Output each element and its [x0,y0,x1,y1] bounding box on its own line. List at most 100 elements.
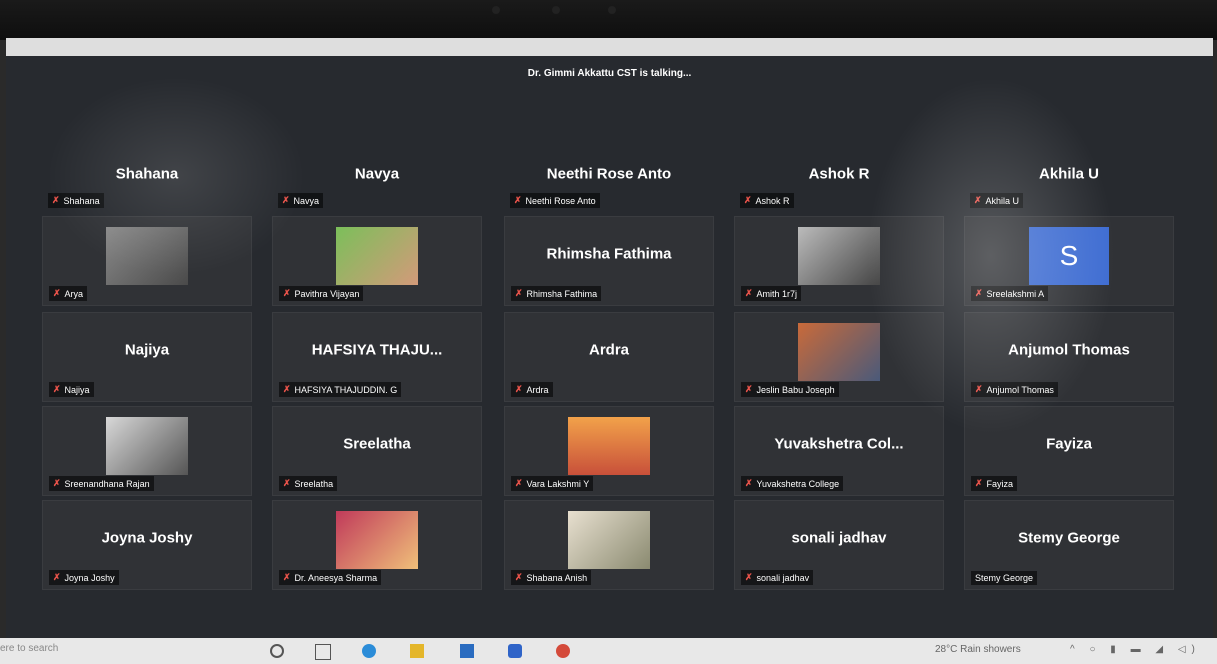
camera-dot [492,6,500,14]
mic-muted-icon: ✗ [283,572,291,582]
participant-tile[interactable]: ✗ Shabana Anish [504,500,714,590]
participant-name-label: Anjumol Thomas [986,384,1054,395]
participant-display-name: Akhila U [1038,165,1099,183]
system-tray-icons[interactable]: ^ ○ ▮ ▬ ◢ ◁) [1070,644,1201,655]
mic-muted-icon: ✗ [745,572,753,582]
participant-name-tag: ✗ Najiya [49,382,94,397]
participant-photo [568,511,650,569]
participant-name-label: Arya [64,288,84,299]
participant-name-tag: Stemy George [971,571,1038,585]
participant-tile[interactable]: Anjumol Thomas ✗ Anjumol Thomas [964,312,1174,402]
participant-photo [798,323,880,381]
participant-tile[interactable]: Ardra ✗ Ardra [504,312,714,402]
participant-name-tag: ✗ Dr. Aneesya Sharma [279,570,382,585]
mic-muted-icon: ✗ [283,288,291,298]
mic-muted-icon: ✗ [515,288,523,298]
task-view-icon[interactable] [315,644,331,660]
participant-name-label: Shahana [63,195,100,206]
weather-widget[interactable]: 28°C Rain showers [935,644,1021,655]
participant-tile[interactable]: Sreelatha ✗ Sreelatha [272,406,482,496]
mic-muted-icon: ✗ [515,384,523,394]
participant-name-tag: ✗ sonali jadhav [741,570,814,585]
taskbar-search-input[interactable]: ere to search [0,643,58,654]
participant-name-label: Akhila U [985,195,1020,206]
participant-tile[interactable]: ✗ Sreenandhana Rajan [42,406,252,496]
participant-tile[interactable]: Najiya ✗ Najiya [42,312,252,402]
participant-tile[interactable]: Akhila U ✗ Akhila U [964,146,1174,212]
participant-name-tag: ✗ Yuvakshetra College [741,476,844,491]
participant-name-tag: ✗ Rhimsha Fathima [511,286,602,301]
participant-name-label: Ashok R [755,195,790,206]
participant-photo [106,417,188,475]
participant-name-label: Sreelakshmi A [986,288,1045,299]
participant-name-tag: ✗ Arya [49,286,88,301]
participant-display-name: Shahana [115,165,179,183]
participant-tile[interactable]: Neethi Rose Anto ✗ Neethi Rose Anto [504,146,714,212]
mic-muted-icon: ✗ [514,195,522,205]
participant-tile[interactable]: Yuvakshetra Col... ✗ Yuvakshetra College [734,406,944,496]
participant-name-tag: ✗ Ardra [511,382,553,397]
participant-name-tag: ✗ Navya [278,193,324,208]
participant-tile[interactable]: Shahana ✗ Shahana [42,146,252,212]
participant-name-label: sonali jadhav [756,572,810,583]
mic-muted-icon: ✗ [282,195,290,205]
participant-name-tag: ✗ Pavithra Vijayan [279,286,364,301]
participant-name-label: Stemy George [975,573,1034,583]
participant-name-tag: ✗ Anjumol Thomas [971,382,1058,397]
participant-name-label: Dr. Aneesya Sharma [294,572,378,583]
camera-icon [608,6,616,14]
participant-tile[interactable]: ✗ Jeslin Babu Joseph [734,312,944,402]
participant-name-label: Navya [293,195,320,206]
participant-name-label: Joyna Joshy [64,572,115,583]
participant-tile[interactable]: Navya ✗ Navya [272,146,482,212]
participant-tile[interactable]: sonali jadhav ✗ sonali jadhav [734,500,944,590]
participant-photo [336,511,418,569]
participant-name-label: Shabana Anish [526,572,588,583]
store-icon[interactable] [460,644,474,658]
participant-tile[interactable]: ✗ Amith 1r7j [734,216,944,306]
participant-display-name: Joyna Joshy [101,529,193,547]
participant-name-tag: ✗ Shahana [48,193,104,208]
cortana-icon[interactable] [270,644,284,658]
participant-tile[interactable]: HAFSIYA THAJU... ✗ HAFSIYA THAJUDDIN. G [272,312,482,402]
participant-tile[interactable]: Rhimsha Fathima ✗ Rhimsha Fathima [504,216,714,306]
participant-display-name: sonali jadhav [791,529,887,547]
participant-display-name: Najiya [124,341,170,359]
meeting-window: Dr. Gimmi Akkattu CST is talking... Shah… [6,56,1213,638]
participant-name-label: Pavithra Vijayan [294,288,360,299]
participant-photo [568,417,650,475]
edge-browser-icon[interactable] [362,644,376,658]
participant-name-tag: ✗ Joyna Joshy [49,570,119,585]
participant-display-name: Stemy George [1018,529,1120,547]
participant-tile[interactable]: Fayiza ✗ Fayiza [964,406,1174,496]
mic-muted-icon: ✗ [53,478,61,488]
participant-name-label: Neethi Rose Anto [525,195,596,206]
participant-tile[interactable]: ✗ Arya [42,216,252,306]
participant-tile[interactable]: Ashok R ✗ Ashok R [734,146,944,212]
participant-display-name: Navya [354,165,400,183]
participant-name-tag: ✗ HAFSIYA THAJUDDIN. G [279,382,402,397]
mic-muted-icon: ✗ [52,195,60,205]
participant-tile[interactable]: ✗ Pavithra Vijayan [272,216,482,306]
participant-name-label: Yuvakshetra College [756,478,840,489]
participant-tile[interactable]: Stemy George Stemy George [964,500,1174,590]
mic-muted-icon: ✗ [53,572,61,582]
participant-display-name: Yuvakshetra Col... [774,435,904,453]
mic-muted-icon: ✗ [745,384,753,394]
participant-tile[interactable]: Joyna Joshy ✗ Joyna Joshy [42,500,252,590]
mail-icon[interactable] [508,644,522,658]
chrome-icon[interactable] [556,644,570,658]
participant-name-label: Sreelatha [294,478,334,489]
participant-tile[interactable]: ✗ Dr. Aneesya Sharma [272,500,482,590]
participant-display-name: Anjumol Thomas [1008,341,1130,359]
participant-name-label: Najiya [64,384,90,395]
file-explorer-icon[interactable] [410,644,424,658]
participant-display-name: Rhimsha Fathima [546,245,672,263]
participant-tile[interactable]: ✗ Vara Lakshmi Y [504,406,714,496]
active-speaker-banner: Dr. Gimmi Akkattu CST is talking... [527,68,692,79]
participant-display-name: Sreelatha [343,435,411,453]
windows-taskbar: ere to search 28°C Rain showers ^ ○ ▮ ▬ … [0,638,1217,664]
participant-tile[interactable]: S ✗ Sreelakshmi A [964,216,1174,306]
participant-name-label: Fayiza [986,478,1014,489]
participant-name-label: Rhimsha Fathima [526,288,598,299]
